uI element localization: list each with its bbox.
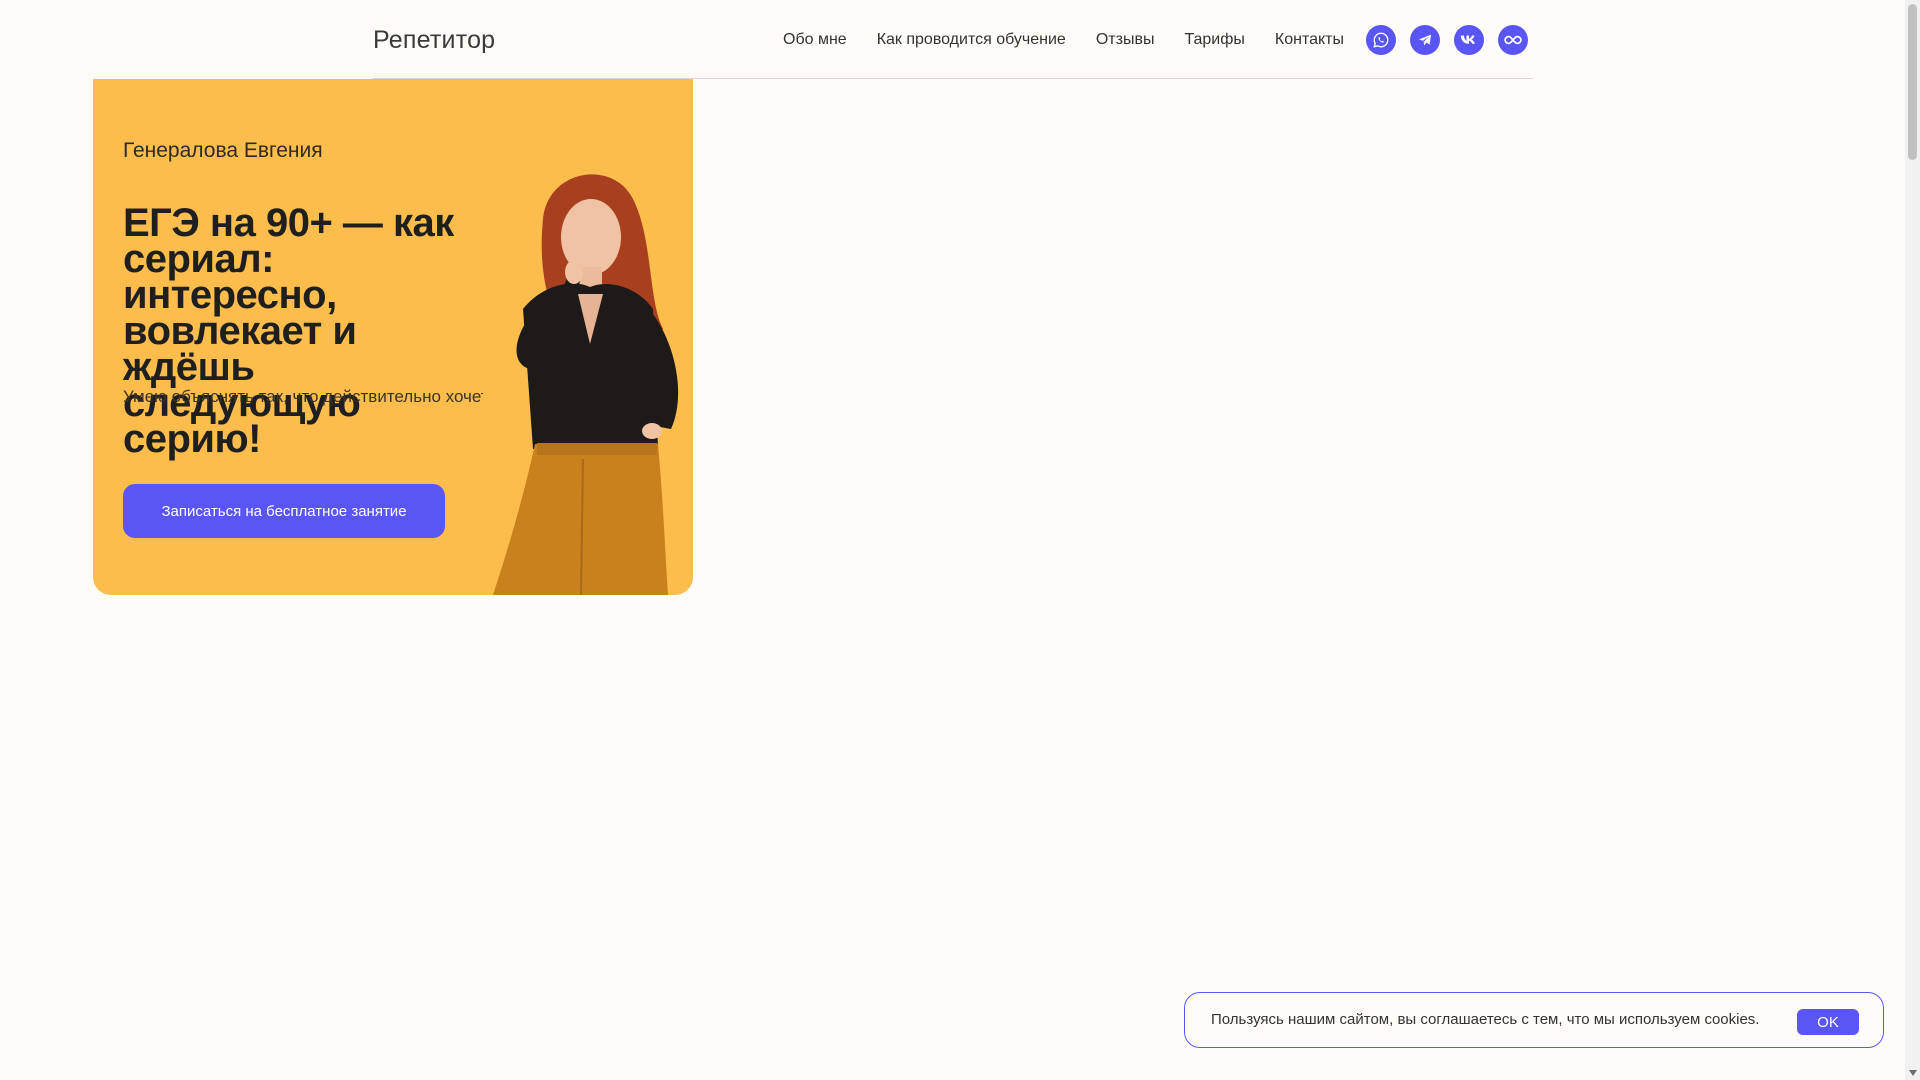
nav-item-reviews[interactable]: Отзывы — [1096, 31, 1155, 49]
nav-item-about[interactable]: Обо мне — [783, 31, 847, 49]
tutor-name: Генералова Евгения — [123, 139, 323, 162]
cookie-text: Пользуясь нашим сайтом, вы соглашаетесь … — [1211, 1011, 1760, 1028]
nav-item-learning[interactable]: Как проводится обучение — [877, 31, 1066, 49]
nav-item-pricing[interactable]: Тарифы — [1184, 31, 1244, 49]
site-header: Репетитор Обо мне Как проводится обучени… — [373, 0, 1533, 79]
nav-item-contacts[interactable]: Контакты — [1275, 31, 1344, 49]
brand-logo[interactable]: Репетитор — [373, 26, 495, 55]
telegram-icon[interactable] — [1410, 25, 1440, 55]
cookie-banner: Пользуясь нашим сайтом, вы соглашаетесь … — [1184, 992, 1884, 1048]
scrollbar[interactable] — [1905, 0, 1920, 1080]
hero-title: ЕГЭ на 90+ — как сериал: интересно, вовл… — [123, 201, 454, 461]
social-links — [1366, 25, 1528, 55]
hero-card: Генералова Евгения ЕГЭ на 90+ — как сери… — [93, 79, 693, 595]
main-nav: Обо мне Как проводится обучение Отзывы Т… — [783, 31, 1344, 49]
tutor-photo — [493, 174, 679, 595]
max-icon[interactable] — [1498, 25, 1528, 55]
cookie-ok-button[interactable]: OK — [1797, 1009, 1859, 1035]
vk-icon[interactable] — [1454, 25, 1484, 55]
scrollbar-thumb[interactable] — [1908, 4, 1917, 160]
scroll-down-arrow-icon[interactable] — [1909, 1070, 1917, 1076]
hero-subtitle: Умею объяснять так, что действительно хо… — [123, 387, 483, 406]
signup-button[interactable]: Записаться на бесплатное занятие — [123, 484, 445, 538]
whatsapp-icon[interactable] — [1366, 25, 1396, 55]
